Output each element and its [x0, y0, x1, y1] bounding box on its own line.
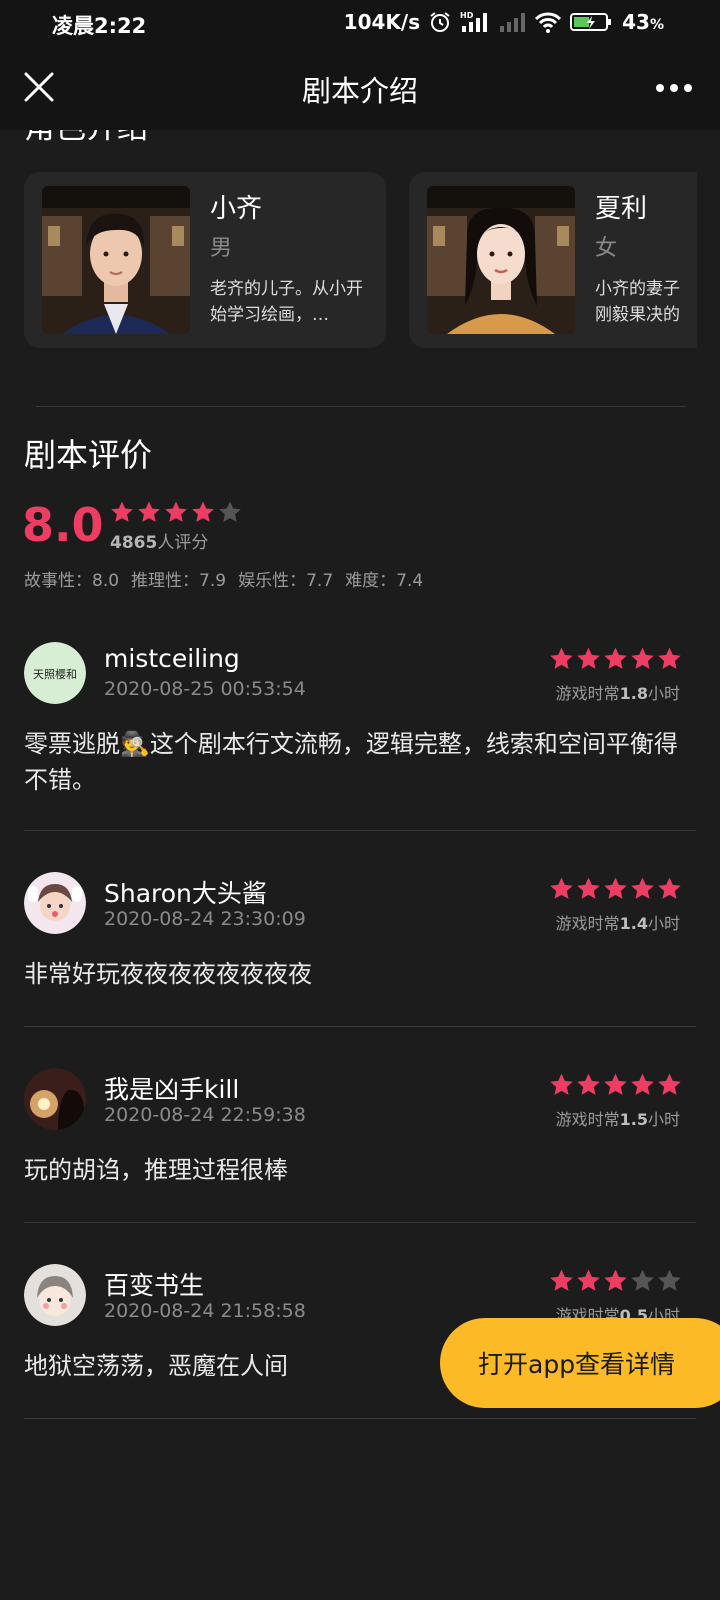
star-filled-icon: [550, 1269, 573, 1291]
review-stars: [549, 876, 682, 901]
review-time: 2020-08-24 23:30:09: [104, 908, 306, 930]
star-empty-icon: [658, 1269, 681, 1291]
role-portrait: [427, 186, 575, 334]
avatar[interactable]: [24, 1264, 86, 1326]
play-time: 游戏时常1.4小时: [555, 914, 680, 933]
divider: [24, 1026, 696, 1027]
review-time: 2020-08-24 21:58:58: [104, 1300, 306, 1322]
network-speed: 104K/s: [343, 10, 421, 34]
review-text: 玩的胡诌，推理过程很棒: [24, 1156, 288, 1184]
role-card[interactable]: 夏利 女 小齐的妻子刚毅果决的: [409, 172, 697, 348]
star-filled-icon: [192, 501, 214, 522]
wifi-icon: [535, 12, 562, 33]
page-title: 剧本介绍: [301, 74, 418, 108]
role-name: 夏利: [595, 194, 648, 224]
role-card[interactable]: 小齐 男 老齐的儿子。从小开始学习绘画，…: [24, 172, 386, 348]
star-filled-icon: [577, 1269, 600, 1291]
star-filled-icon: [658, 877, 681, 899]
star-filled-icon: [577, 647, 600, 669]
review-text: 零票逃脱🕵️这个剧本行文流畅，逻辑完整，线索和空间平衡得不错。: [24, 730, 678, 794]
open-app-button[interactable]: 打开app查看详情: [440, 1318, 720, 1408]
avatar[interactable]: [24, 872, 86, 934]
role-description: 小齐的妻子刚毅果决的: [595, 279, 680, 325]
role-description: 老齐的儿子。从小开始学习绘画，…: [210, 279, 363, 325]
hd-signal-icon: HD: [460, 11, 488, 32]
sub-scores: 故事性：8.0 推理性：7.9 娱乐性：7.7 难度：7.4: [24, 566, 423, 591]
star-filled-icon: [550, 877, 573, 899]
battery-percent: 43%: [622, 10, 664, 34]
star-filled-icon: [604, 647, 627, 669]
star-filled-icon: [550, 1073, 573, 1095]
status-icons: 104K/s HD 43%: [344, 10, 664, 34]
role-gender: 女: [595, 236, 618, 261]
star-filled-icon: [631, 877, 654, 899]
star-filled-icon: [577, 877, 600, 899]
divider: [24, 1418, 696, 1419]
star-empty-icon: [631, 1269, 654, 1291]
review-stars: [549, 1268, 682, 1293]
review-stars: [549, 1072, 682, 1097]
review-user[interactable]: 我是凶手kill: [104, 1070, 239, 1106]
play-time: 游戏时常1.5小时: [555, 1110, 680, 1129]
star-filled-icon: [658, 1073, 681, 1095]
star-filled-icon: [631, 647, 654, 669]
avatar[interactable]: [24, 1068, 86, 1130]
rating-section-title: 剧本评价: [24, 436, 153, 474]
star-filled-icon: [111, 501, 133, 522]
rating-score: 8.0: [22, 498, 104, 552]
play-time: 游戏时常1.8小时: [555, 684, 680, 703]
status-bar: 凌晨2:22 104K/s HD 43%: [0, 0, 720, 46]
review-text: 非常好玩夜夜夜夜夜夜夜夜: [24, 960, 312, 988]
star-filled-icon: [631, 1073, 654, 1095]
role-portrait: [42, 186, 190, 334]
star-filled-icon: [658, 647, 681, 669]
avatar-text: 天照樱和: [33, 668, 77, 681]
rating-count: 4865人评分: [110, 533, 209, 553]
role-name: 小齐: [210, 194, 263, 224]
star-filled-icon: [165, 501, 187, 522]
divider: [24, 1222, 696, 1223]
star-filled-icon: [604, 1073, 627, 1095]
more-icon[interactable]: [654, 82, 694, 94]
role-gender: 男: [210, 236, 233, 261]
roles-section-title: 角色介绍: [24, 130, 148, 147]
review-user[interactable]: Sharon大头酱: [104, 874, 267, 910]
svg-text:HD: HD: [460, 11, 474, 20]
signal-icon: [500, 13, 526, 32]
review-time: 2020-08-25 00:53:54: [104, 678, 306, 700]
sub-score-difficulty: 难度：7.4: [345, 571, 424, 591]
review-user[interactable]: 百变书生: [104, 1266, 204, 1302]
star-filled-icon: [604, 1269, 627, 1291]
star-empty-icon: [219, 501, 241, 522]
rating-stars: [110, 500, 242, 524]
star-filled-icon: [577, 1073, 600, 1095]
alarm-icon: [430, 12, 450, 32]
star-filled-icon: [138, 501, 160, 522]
nav-bar: 剧本介绍: [0, 46, 720, 130]
battery-charging-icon: [570, 13, 612, 31]
divider: [36, 406, 686, 407]
divider: [24, 830, 696, 831]
avatar[interactable]: 天照樱和: [24, 642, 86, 704]
star-filled-icon: [604, 877, 627, 899]
review-time: 2020-08-24 22:59:38: [104, 1104, 306, 1126]
sub-score-reasoning: 推理性：7.9: [131, 571, 227, 591]
star-filled-icon: [550, 647, 573, 669]
status-time: 凌晨2:22: [52, 14, 147, 38]
review-stars: [549, 646, 682, 671]
sub-score-fun: 娱乐性：7.7: [238, 571, 334, 591]
sub-score-story: 故事性：8.0: [24, 571, 120, 591]
review-user[interactable]: mistceiling: [104, 644, 240, 673]
